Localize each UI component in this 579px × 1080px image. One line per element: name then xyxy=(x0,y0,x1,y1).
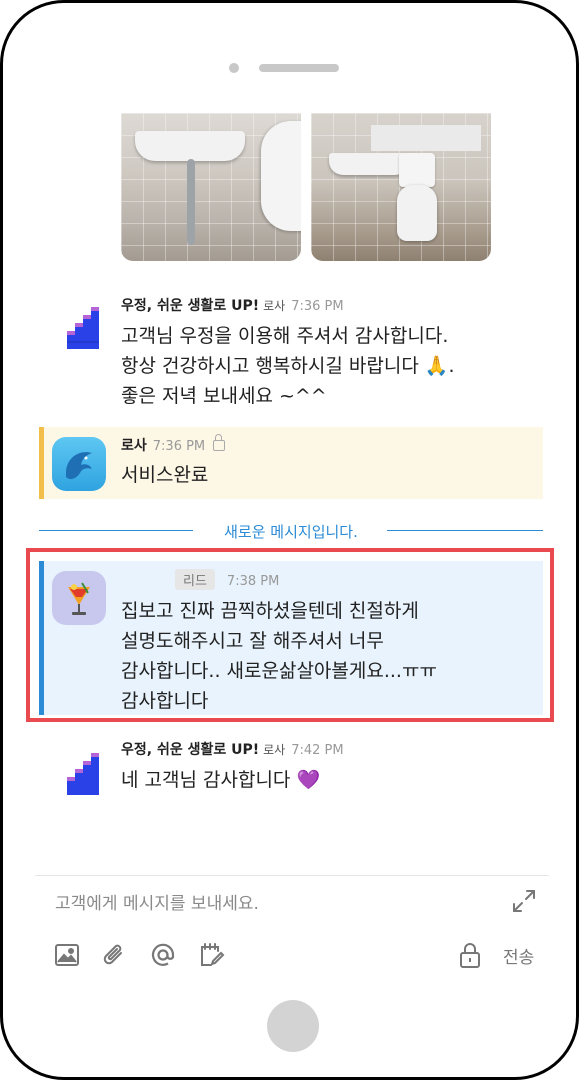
photo-attachment-2[interactable] xyxy=(311,113,491,261)
internal-note: 로사 7:36 PM 서비스완료 xyxy=(39,427,543,499)
agent-name: 로사 xyxy=(263,743,286,757)
home-button[interactable] xyxy=(267,1000,319,1052)
image-icon[interactable] xyxy=(53,941,81,969)
composer-divider xyxy=(35,875,549,876)
dolphin-avatar xyxy=(52,437,106,491)
message-text: 네 고객님 감사합니다 💜 xyxy=(121,769,321,791)
speaker-grille xyxy=(259,64,339,72)
highlight-box xyxy=(26,548,554,722)
message-1: 우정, 쉬운 생활로 UP! 로사 7:36 PM 고객님 우정을 이용해 주셔서 … xyxy=(39,295,543,415)
message-4: 우정, 쉬운 생활로 UP! 로사 7:42 PM 네 고객님 감사합니다 💜 xyxy=(39,739,543,809)
agent-name: 로사 xyxy=(263,299,286,313)
private-lock-icon xyxy=(213,434,226,451)
camera-dot xyxy=(229,63,239,73)
message-time: 7:42 PM xyxy=(291,743,344,758)
lock-icon[interactable] xyxy=(456,941,484,969)
photo-attachment-1[interactable] xyxy=(121,113,301,261)
message-text: 고객님 우정을 이용해 주셔서 감사합니다. 항상 건강하시고 행복하시길 바랍… xyxy=(121,325,455,407)
paperclip-icon[interactable] xyxy=(101,941,129,969)
stairs-avatar xyxy=(53,747,109,803)
send-button[interactable]: 전송 xyxy=(503,943,534,968)
sender-name: 우정, 쉬운 생활로 UP! xyxy=(121,298,260,314)
sender-name: 우정, 쉬운 생활로 UP! xyxy=(121,742,260,758)
message-time: 7:36 PM xyxy=(152,439,206,454)
edit-note-icon[interactable] xyxy=(197,941,225,969)
note-text: 서비스완료 xyxy=(121,464,209,486)
message-input[interactable]: 고객에게 메시지를 보내세요. xyxy=(55,889,259,914)
message-time: 7:36 PM xyxy=(291,299,344,314)
expand-icon[interactable] xyxy=(511,888,537,914)
stairs-avatar xyxy=(53,301,109,357)
phone-frame: 우정, 쉬운 생활로 UP! 로사 7:36 PM 고객님 우정을 이용해 주셔서 … xyxy=(0,0,579,1080)
new-messages-divider: 새로운 메시지입니다. xyxy=(39,523,543,541)
mention-icon[interactable] xyxy=(149,941,177,969)
new-messages-label: 새로운 메시지입니다. xyxy=(224,523,358,541)
note-accent-bar xyxy=(39,427,44,499)
sender-name: 로사 xyxy=(121,438,147,454)
